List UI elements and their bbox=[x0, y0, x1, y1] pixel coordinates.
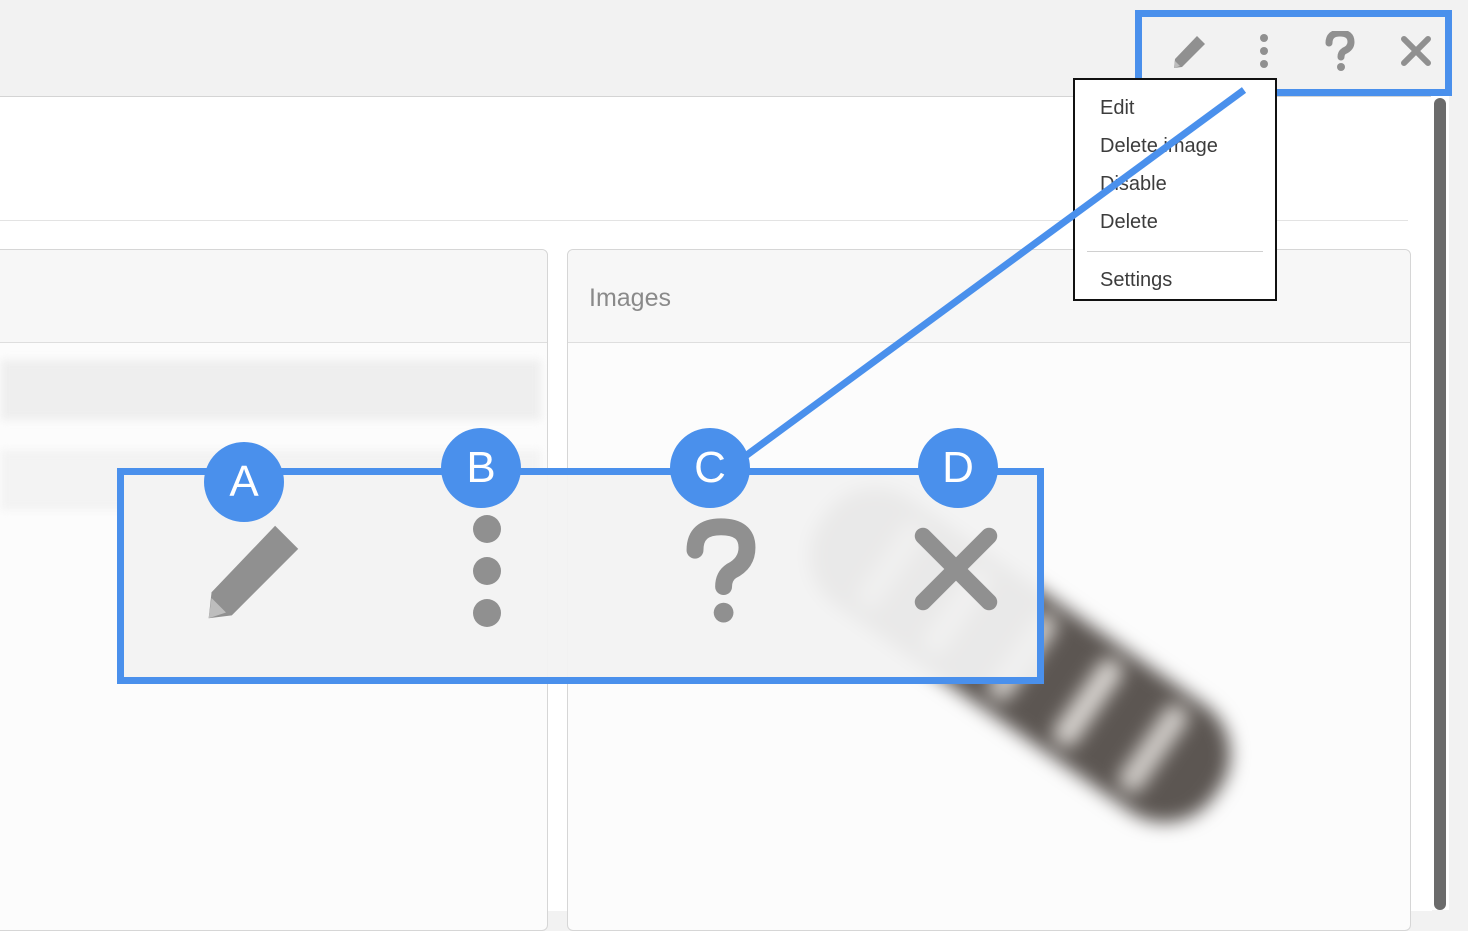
callout-badge-d: D bbox=[918, 428, 998, 508]
callout-badge-b: B bbox=[441, 428, 521, 508]
help-icon bbox=[686, 518, 756, 623]
pencil-icon bbox=[208, 525, 299, 619]
close-icon bbox=[914, 527, 998, 611]
kebab-menu-icon bbox=[473, 515, 501, 627]
callout-badge-a: A bbox=[204, 442, 284, 522]
callout-badge-c: C bbox=[670, 428, 750, 508]
